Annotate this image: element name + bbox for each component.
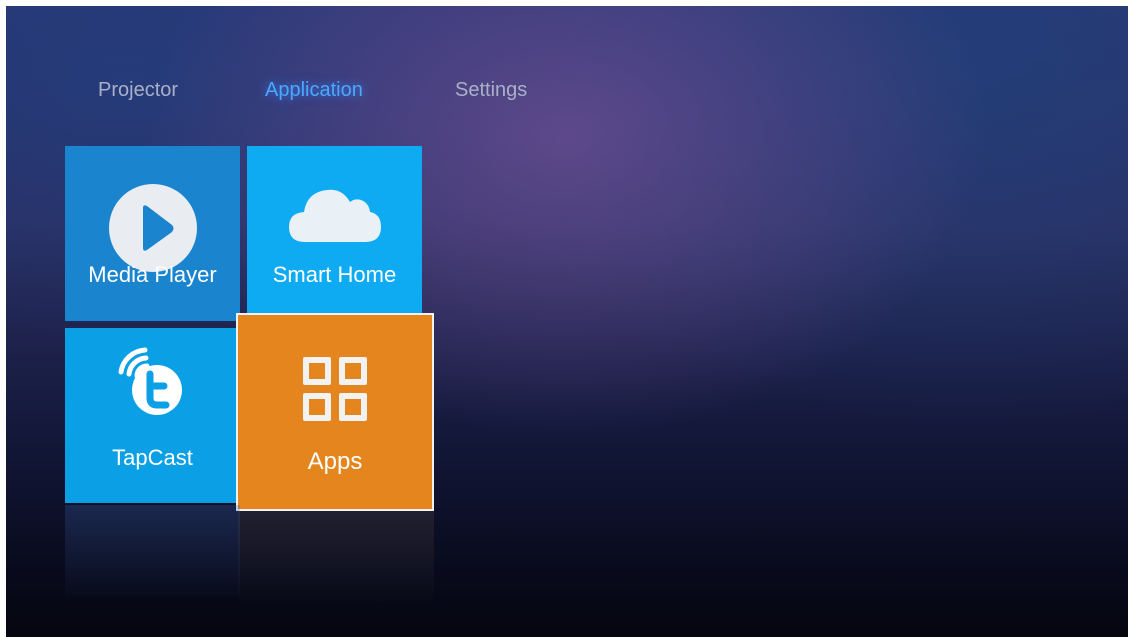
tile-reflection <box>65 505 240 597</box>
tab-application[interactable]: Application <box>247 76 381 106</box>
smart-home-label: Smart Home <box>272 262 397 287</box>
apps-grid-icon <box>303 357 367 421</box>
tab-projector[interactable]: Projector <box>98 76 178 104</box>
apps-label: Apps <box>307 448 363 475</box>
tapcast-label: TapCast <box>112 445 193 470</box>
media-player-tile[interactable]: Media Player <box>65 146 240 321</box>
tapcast-icon <box>118 347 182 415</box>
media-player-label: Media Player <box>88 262 217 287</box>
tab-settings[interactable]: Settings <box>455 76 527 104</box>
tile-reflection <box>238 511 434 603</box>
launcher-screen: Projector Application Settings Media Pla… <box>6 6 1128 637</box>
cloud-icon <box>288 189 381 242</box>
top-tab-bar: Projector Application Settings <box>6 76 606 116</box>
apps-tile[interactable]: Apps <box>236 313 434 511</box>
tapcast-tile[interactable]: TapCast <box>65 328 240 503</box>
play-icon <box>108 184 197 272</box>
smart-home-tile[interactable]: Smart Home <box>247 146 422 321</box>
